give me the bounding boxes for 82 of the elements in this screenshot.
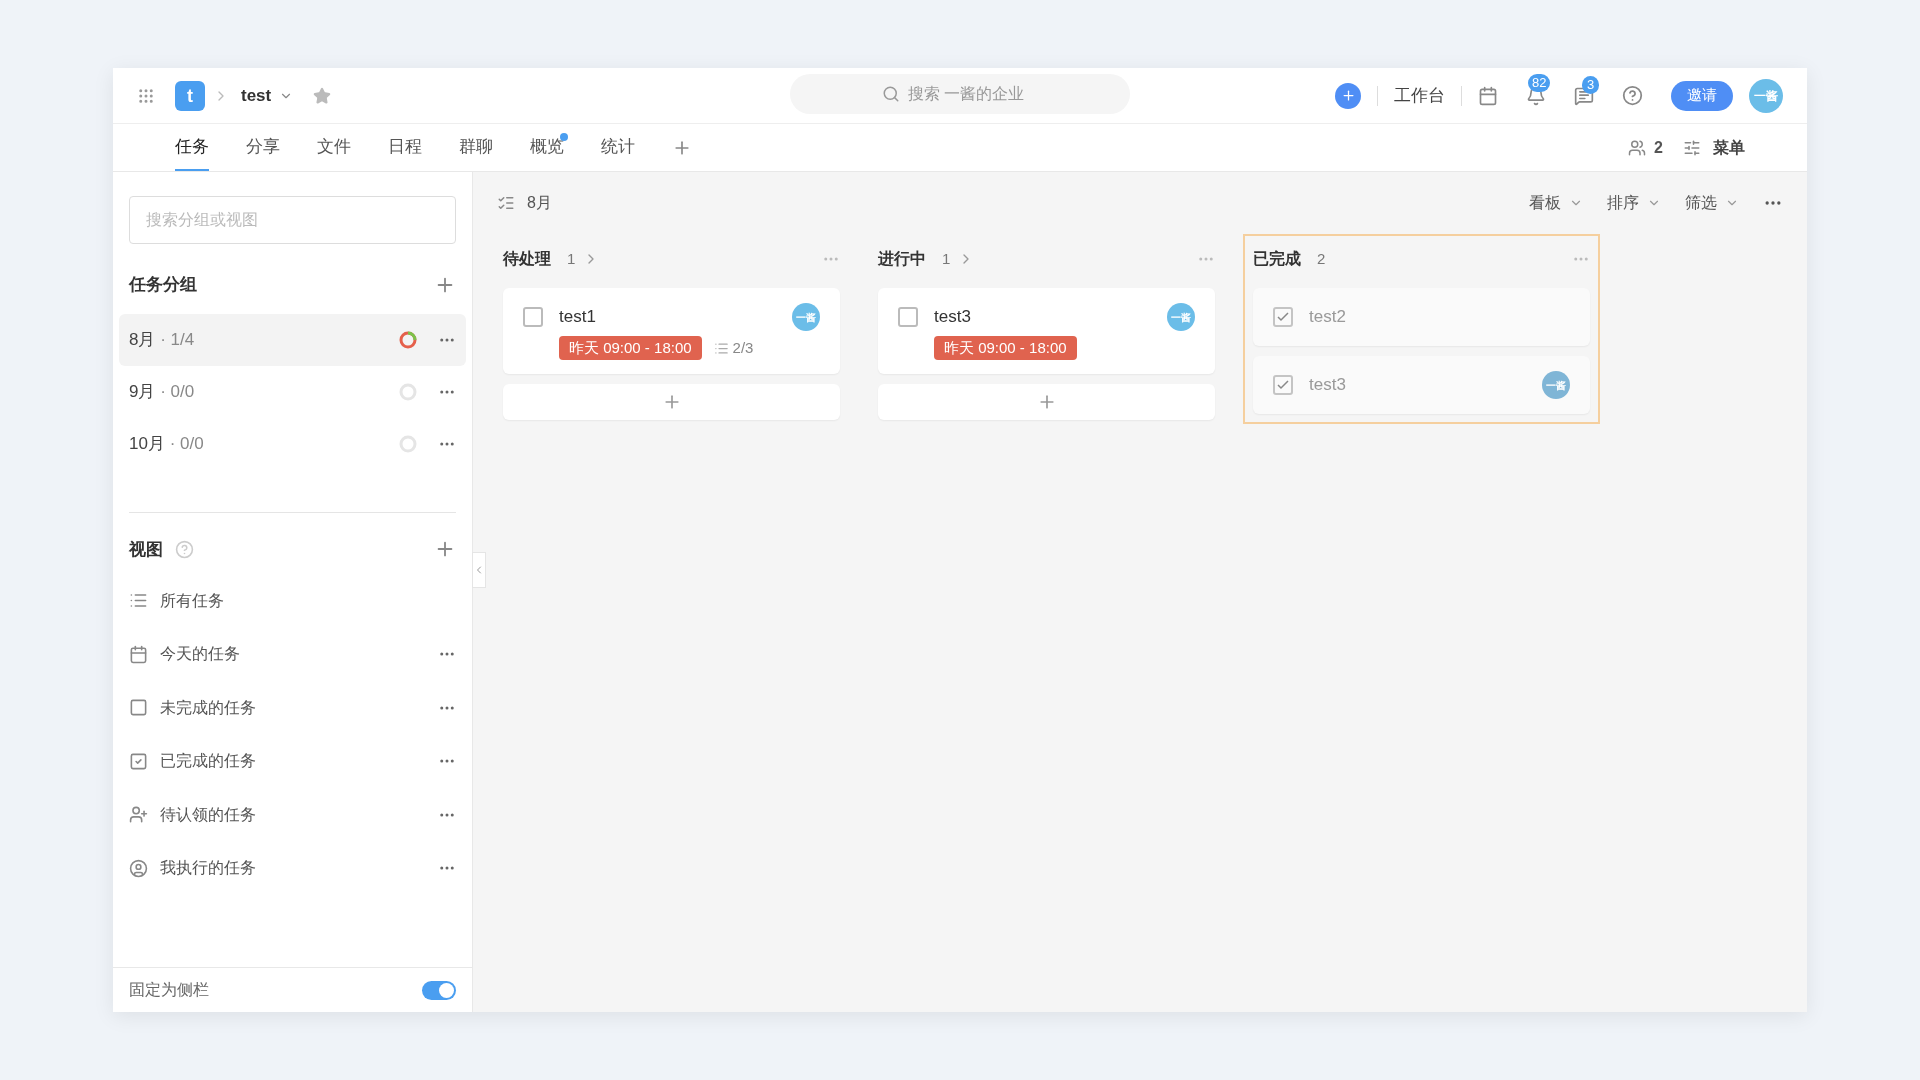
- group-item[interactable]: 8月 · 1/4: [119, 313, 466, 366]
- calendar-icon[interactable]: [1478, 85, 1498, 106]
- checked-box-icon: [129, 751, 148, 771]
- group-item[interactable]: 10月 · 0/0: [119, 417, 466, 470]
- view-item[interactable]: 我执行的任务: [113, 841, 472, 895]
- view-dropdown[interactable]: 排序: [1607, 191, 1661, 215]
- task-title: test1: [559, 306, 596, 329]
- due-date-tag: 昨天 09:00 - 18:00: [559, 336, 702, 360]
- task-title: test2: [1309, 306, 1346, 329]
- view-label: 今天的任务: [160, 644, 240, 665]
- board-title: 8月: [527, 193, 552, 213]
- progress-ring: [398, 329, 418, 350]
- view-dropdown[interactable]: 看板: [1529, 191, 1583, 215]
- help-icon[interactable]: [1622, 85, 1643, 106]
- checkbox[interactable]: [1273, 375, 1293, 395]
- tab[interactable]: 统计: [601, 124, 635, 171]
- tab[interactable]: 任务: [175, 124, 209, 171]
- view-label: 我执行的任务: [160, 858, 256, 879]
- search-icon: [882, 85, 900, 103]
- message-badge: 3: [1582, 75, 1600, 94]
- workbench-link[interactable]: 工作台: [1394, 82, 1445, 109]
- task-title: test3: [934, 306, 971, 329]
- menu-button[interactable]: 菜单: [1713, 135, 1745, 160]
- members-icon[interactable]: [1628, 138, 1647, 157]
- user-circle-icon: [129, 858, 148, 878]
- task-card[interactable]: test1 一酱 昨天 09:00 - 18:00 2/3: [503, 288, 840, 374]
- column-title: 已完成: [1253, 249, 1301, 269]
- calendar-icon: [129, 644, 148, 664]
- tab[interactable]: 概览: [530, 124, 564, 171]
- progress-ring: [398, 433, 418, 454]
- subtask-count: 2/3: [732, 337, 754, 358]
- tab[interactable]: 日程: [388, 124, 422, 171]
- section-title: 视图: [129, 538, 163, 561]
- collapse-handle[interactable]: [472, 552, 486, 588]
- user-plus-icon: [129, 805, 148, 825]
- tab[interactable]: 群聊: [459, 124, 493, 171]
- group-name: 10月 · 0/0: [129, 432, 204, 455]
- checkbox[interactable]: [898, 307, 918, 327]
- column-count: 2: [1317, 248, 1326, 269]
- toggle-switch[interactable]: [422, 980, 456, 1000]
- column-title: 进行中: [878, 249, 926, 269]
- view-item[interactable]: 已完成的任务: [113, 734, 472, 788]
- view-label: 已完成的任务: [160, 751, 256, 772]
- tab[interactable]: 分享: [246, 124, 280, 171]
- checkbox-icon: [129, 698, 148, 718]
- view-item[interactable]: 所有任务: [113, 574, 472, 628]
- due-date-tag: 昨天 09:00 - 18:00: [934, 336, 1077, 360]
- view-item[interactable]: 未完成的任务: [113, 681, 472, 735]
- check-icon: [1277, 312, 1289, 322]
- collapse-list-icon[interactable]: [497, 194, 515, 212]
- star-icon[interactable]: [313, 86, 332, 105]
- group-name: 8月 · 1/4: [129, 328, 195, 351]
- progress-ring: [398, 381, 418, 402]
- view-item[interactable]: 待认领的任务: [113, 788, 472, 842]
- checkbox[interactable]: [1273, 307, 1293, 327]
- pin-label: 固定为侧栏: [129, 980, 209, 1000]
- view-label: 待认领的任务: [160, 804, 256, 825]
- column-count: 1: [942, 248, 951, 269]
- column-count: 1: [567, 248, 576, 269]
- menu-icon[interactable]: [1683, 138, 1701, 157]
- search-field[interactable]: 搜索分组或视图: [129, 196, 456, 244]
- view-label: 所有任务: [160, 590, 224, 611]
- subtask-icon: [713, 340, 729, 356]
- group-name: 9月 · 0/0: [129, 380, 195, 403]
- notification-badge: 82: [1528, 73, 1551, 92]
- search-input[interactable]: 搜索 一酱的企业: [908, 82, 1038, 106]
- group-item[interactable]: 9月 · 0/0: [119, 365, 466, 418]
- tab[interactable]: 文件: [317, 124, 351, 171]
- view-label: 未完成的任务: [160, 697, 256, 718]
- apps-icon[interactable]: [137, 86, 155, 105]
- project-name[interactable]: test: [241, 82, 272, 109]
- column-title: 待处理: [503, 249, 551, 269]
- view-item[interactable]: 今天的任务: [113, 627, 472, 681]
- task-title: test3: [1309, 374, 1346, 397]
- search-field[interactable]: 搜索 一酱的企业: [790, 74, 1130, 114]
- task-card[interactable]: test3 一酱 昨天 09:00 - 18:00: [878, 288, 1215, 374]
- member-count: 2: [1654, 137, 1663, 158]
- check-icon: [1277, 380, 1289, 390]
- add-icon[interactable]: [1335, 82, 1361, 109]
- checkbox[interactable]: [523, 307, 543, 327]
- view-dropdown[interactable]: 筛选: [1685, 191, 1739, 215]
- section-title: 任务分组: [129, 274, 197, 296]
